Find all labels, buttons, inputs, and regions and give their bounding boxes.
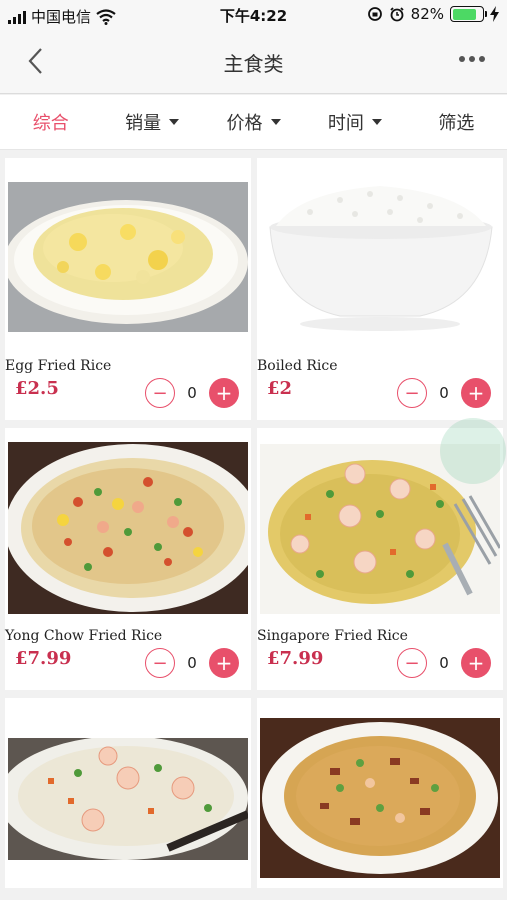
product-price: £7.99 <box>15 648 72 669</box>
filter-label: 筛选 <box>438 113 475 134</box>
quantity-value: 0 <box>439 654 449 672</box>
increase-button[interactable]: + <box>209 378 239 408</box>
increase-button[interactable]: + <box>461 378 491 408</box>
increase-button[interactable]: + <box>461 648 491 678</box>
product-image[interactable] <box>260 718 500 878</box>
rotation-lock-icon <box>367 7 382 21</box>
product-grid: Egg Fried Rice £2.5 − 0 + Boiled Rice £2… <box>5 158 505 888</box>
battery-icon <box>450 6 487 22</box>
status-bar: 中国电信 下午4:22 82% <box>0 0 507 30</box>
product-price: £2.5 <box>15 378 59 399</box>
product-image[interactable] <box>8 182 248 332</box>
caret-down-icon <box>169 119 180 125</box>
product-image[interactable] <box>260 182 500 332</box>
filter-label: 时间 <box>327 113 364 134</box>
quantity-value: 0 <box>187 384 197 402</box>
product-card[interactable]: Egg Fried Rice £2.5 − 0 + <box>5 158 251 420</box>
quantity-stepper: − 0 + <box>397 648 491 678</box>
filter-tab-sales[interactable]: 销量 <box>101 95 202 149</box>
decrease-button[interactable]: − <box>145 648 175 678</box>
product-name: Egg Fried Rice <box>5 358 112 374</box>
battery-percent: 82% <box>410 5 444 23</box>
product-name: Singapore Fried Rice <box>257 628 408 644</box>
charging-bolt-icon <box>490 6 499 22</box>
dot-icon <box>479 56 485 62</box>
filter-tab-price[interactable]: 价格 <box>203 95 304 149</box>
quantity-stepper: − 0 + <box>145 648 239 678</box>
decrease-button[interactable]: − <box>397 378 427 408</box>
navigation-bar: 主食类 <box>0 30 507 94</box>
increase-button[interactable]: + <box>209 648 239 678</box>
product-card[interactable]: Yong Chow Fried Rice £7.99 − 0 + <box>5 428 251 690</box>
decrease-button[interactable]: − <box>397 648 427 678</box>
decrease-button[interactable]: − <box>145 378 175 408</box>
product-image[interactable] <box>8 442 248 614</box>
caret-down-icon <box>371 119 382 125</box>
dot-icon <box>459 56 465 62</box>
filter-label: 综合 <box>32 113 69 134</box>
filter-label: 价格 <box>226 113 263 134</box>
more-button[interactable] <box>459 50 485 68</box>
egg-fried-rice-photo <box>8 182 248 332</box>
product-card[interactable] <box>5 698 251 888</box>
quantity-stepper: − 0 + <box>145 378 239 408</box>
quantity-value: 0 <box>439 384 449 402</box>
product-card[interactable] <box>257 698 503 888</box>
filter-tab-overall[interactable]: 综合 <box>0 95 101 149</box>
filter-label: 销量 <box>125 113 162 134</box>
filter-tab-screen[interactable]: 筛选 <box>406 95 507 149</box>
yong-chow-fried-rice-photo <box>8 442 248 614</box>
product-name: Boiled Rice <box>257 358 338 374</box>
filter-tab-time[interactable]: 时间 <box>304 95 405 149</box>
product-card[interactable]: Boiled Rice £2 − 0 + <box>257 158 503 420</box>
caret-down-icon <box>270 119 281 125</box>
quantity-value: 0 <box>187 654 197 672</box>
product-price: £2 <box>267 378 293 399</box>
alarm-icon <box>390 7 404 22</box>
sort-filter-bar: 综合 销量 价格 时间 筛选 <box>0 95 507 150</box>
quantity-stepper: − 0 + <box>397 378 491 408</box>
dot-icon <box>469 56 475 62</box>
product-name: Yong Chow Fried Rice <box>5 628 163 644</box>
product-image[interactable] <box>8 738 248 860</box>
product-price: £7.99 <box>267 648 324 669</box>
mixed-fried-rice-photo <box>260 718 500 878</box>
touch-indicator <box>440 418 506 484</box>
boiled-rice-photo <box>260 182 500 332</box>
shrimp-fried-rice-photo <box>8 738 248 860</box>
page-title: 主食类 <box>223 52 284 76</box>
